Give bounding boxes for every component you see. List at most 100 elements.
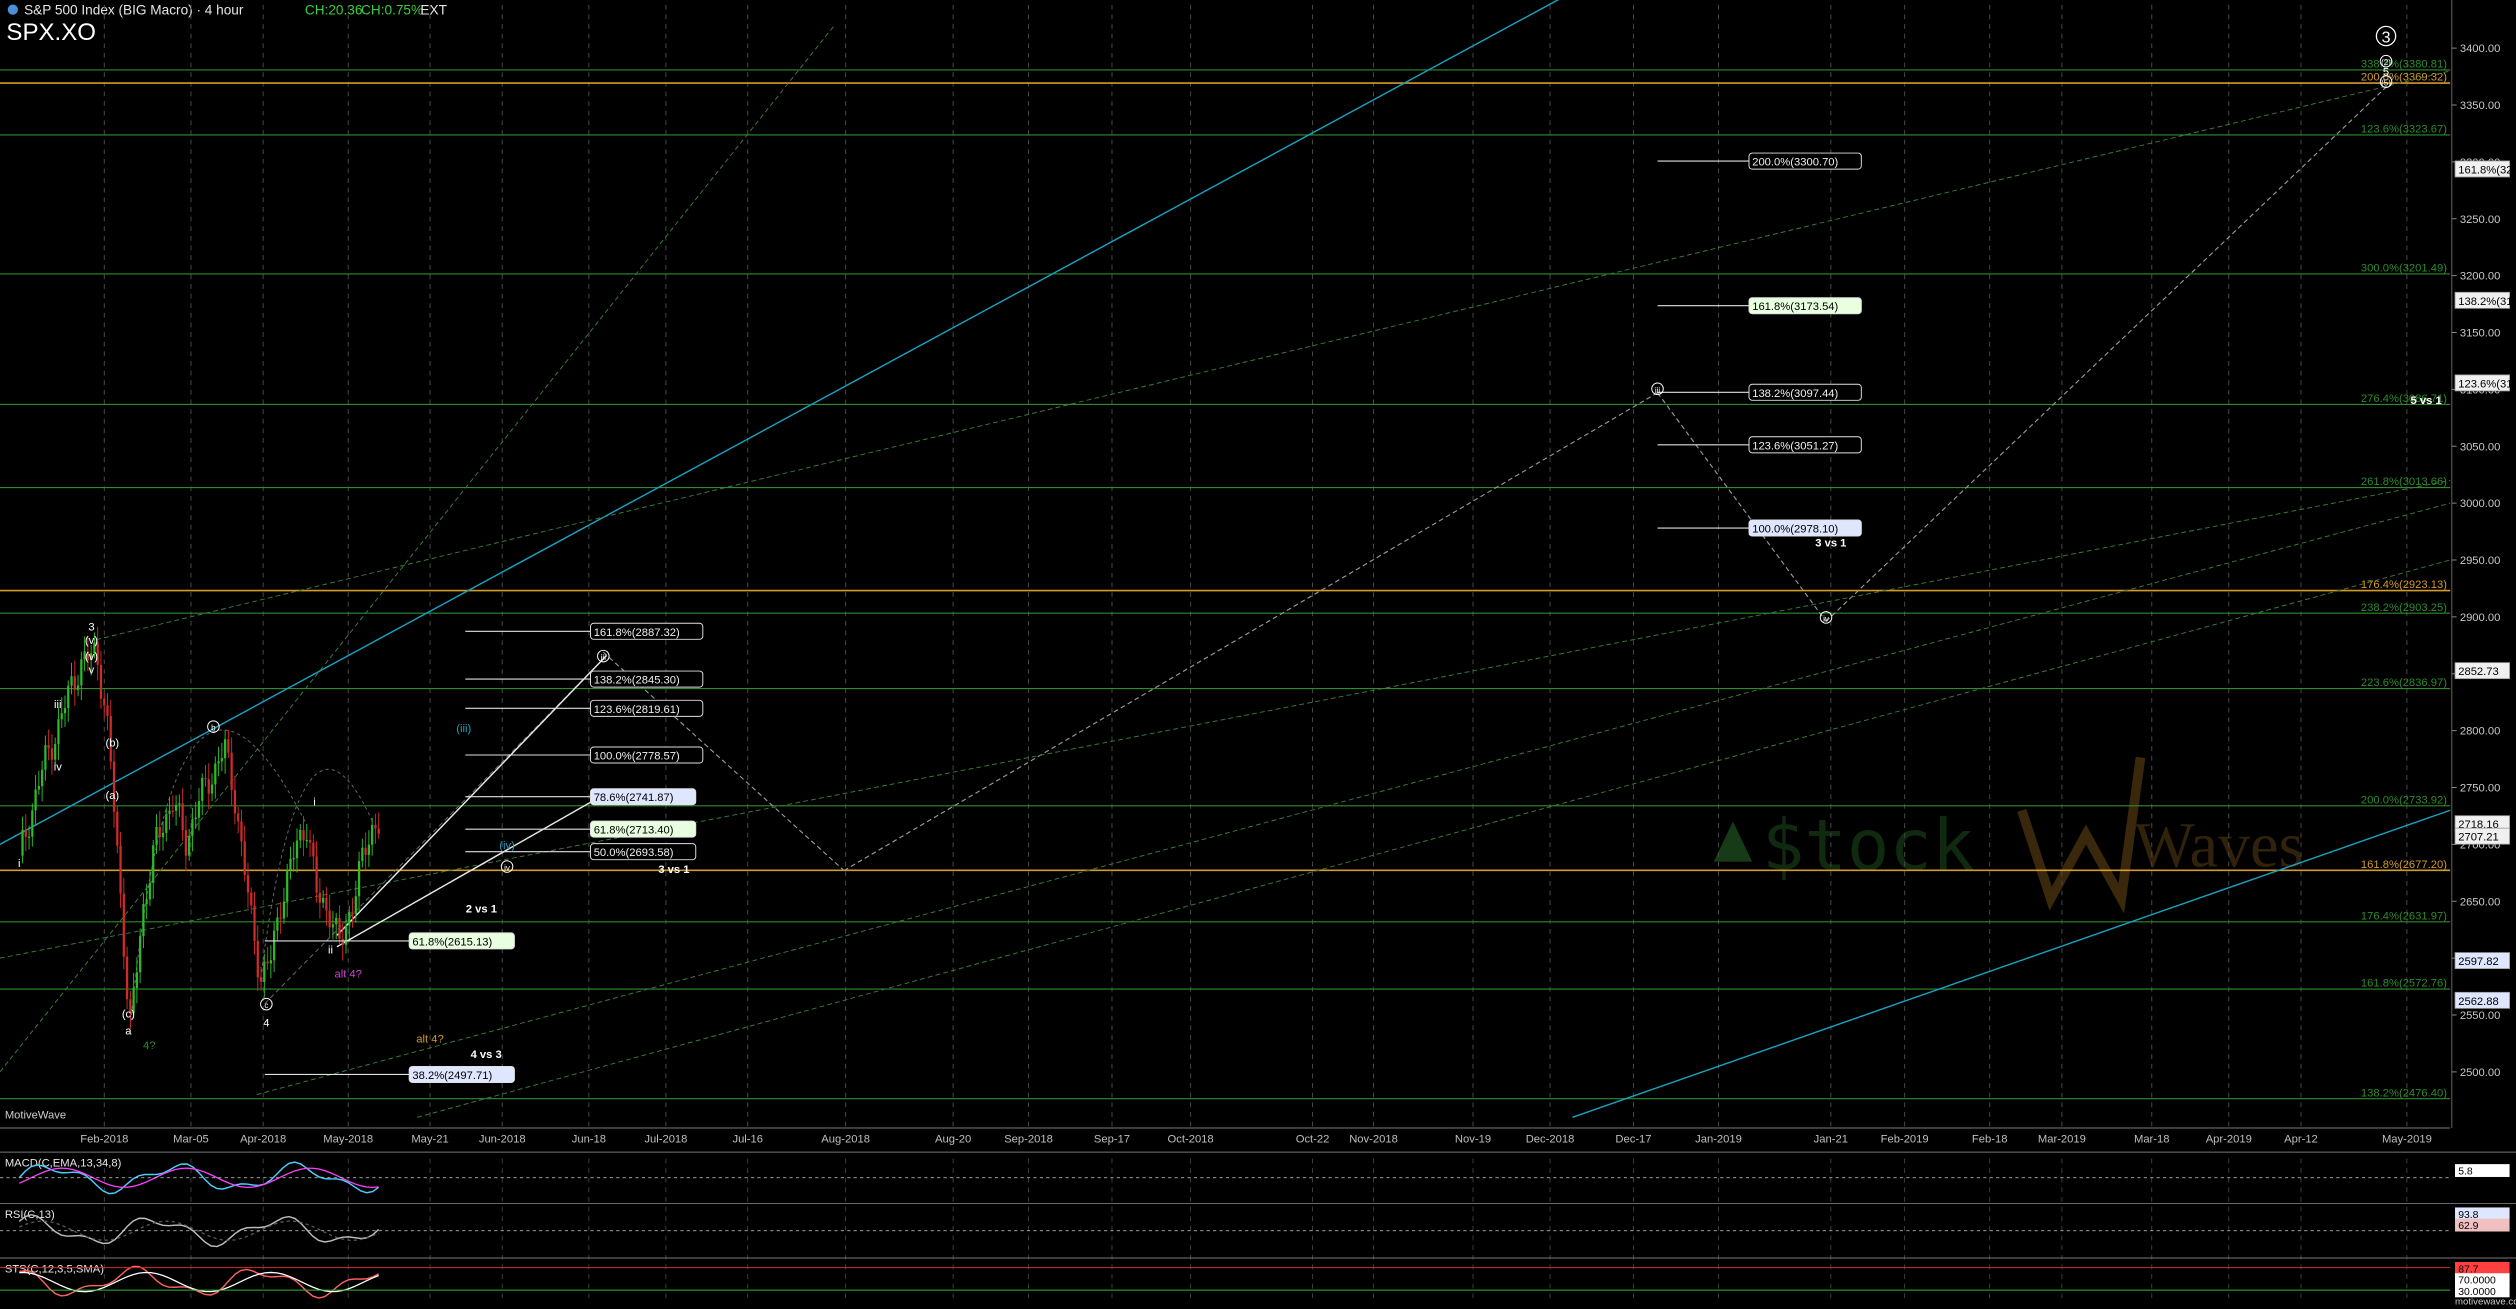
candle-body [341, 938, 344, 945]
candle-body [240, 821, 243, 842]
fib-box-label: 161.8%(3173.54) [1752, 301, 1838, 313]
candle-body [374, 824, 377, 829]
symbol-status-icon [7, 4, 18, 15]
wave-label: ii [328, 945, 333, 957]
candle-body [289, 858, 292, 870]
candle-body [112, 761, 116, 812]
candle-body [348, 912, 351, 926]
price-tick-label: 3350.00 [2460, 100, 2501, 112]
fib-box-label: 200.0%(3300.70) [1752, 157, 1838, 169]
wave-label: (c) [122, 1008, 135, 1020]
watermark-triangle-icon [1713, 821, 1753, 862]
candle-body [292, 858, 295, 860]
fib-box-label: 161.8%(2887.32) [594, 627, 680, 639]
time-tick-label: Mar-18 [2134, 1133, 2170, 1145]
chart-header: S&P 500 Index (BIG Macro) · 4 hour CH:20… [6, 2, 447, 46]
channel-dotted-line [0, 25, 835, 1073]
candle-body [67, 685, 70, 709]
candle-body [308, 839, 312, 843]
fib-box-label: 78.6%(2741.87) [594, 792, 674, 804]
chart-canvas[interactable]: S&P 500 Index (BIG Macro) · 4 hour CH:20… [0, 0, 2516, 1309]
candle-body [377, 828, 380, 834]
fib-level-label: 238.2%(2903.25) [2361, 602, 2447, 614]
wave-label: (iii) [456, 723, 471, 735]
candle-body [165, 813, 168, 833]
candle-body [174, 804, 178, 811]
wave-label: (iv) [499, 840, 515, 852]
axis-value-badge-text: 161.8%(3293.77) [2458, 164, 2516, 176]
candle-body [73, 676, 76, 690]
axis-value-badge-text: 2707.21 [2458, 832, 2499, 844]
fib-box-label: 50.0%(2693.58) [594, 847, 674, 859]
price-tick-label: 3150.00 [2460, 328, 2501, 340]
candle-body [204, 777, 207, 780]
candle-body [371, 824, 374, 845]
candle-body [63, 708, 67, 714]
price-tick-label: 2950.00 [2460, 555, 2501, 567]
wave-label: a [125, 1025, 132, 1037]
wave-label: (b) [105, 738, 119, 750]
candle-body [148, 882, 152, 900]
fib-box-label: 100.0%(2978.10) [1752, 524, 1838, 536]
fib-level-label: 138.2%(2476.40) [2361, 1087, 2447, 1099]
candle-body [259, 977, 263, 982]
wave-label: i [18, 858, 21, 870]
fib-box-label: 138.2%(2845.30) [594, 675, 680, 687]
wave-label: alt 4? [334, 968, 361, 980]
time-tick-label: Feb-18 [1972, 1133, 2008, 1145]
candle-body [139, 936, 142, 973]
candle-body [188, 835, 191, 856]
candle-body [335, 917, 338, 925]
candle-body [286, 869, 289, 902]
candle-body [272, 930, 276, 961]
candle-body [161, 832, 165, 838]
channel-dotted-line [256, 502, 2451, 1096]
candle-body [181, 803, 184, 831]
stockwaves-watermark: $tock Waves [1713, 756, 2304, 914]
candle-body [178, 803, 181, 805]
candle-body [364, 847, 367, 855]
wave-label: iv [504, 864, 510, 873]
time-tick-label: Oct-22 [1296, 1133, 1330, 1145]
candle-body [312, 842, 315, 857]
candle-body [233, 790, 237, 814]
candle-body [158, 826, 161, 838]
time-tick-label: May-2019 [2382, 1133, 2432, 1145]
price-tick-label: 2500.00 [2460, 1067, 2501, 1079]
fib-level-label: 176.4%(2631.97) [2361, 910, 2447, 922]
candle-body [315, 856, 318, 893]
candle-body [103, 698, 106, 706]
indicator-value-badge-text: 5.8 [2458, 1167, 2473, 1178]
chart-title: S&P 500 Index (BIG Macro) · 4 hour [24, 2, 244, 17]
candle-body [227, 739, 230, 753]
ext-label: EXT [420, 2, 447, 17]
candle-body [331, 924, 335, 928]
fib-box-label: 38.2%(2497.71) [412, 1070, 492, 1082]
candle-body [70, 676, 73, 686]
candle-body [338, 917, 341, 939]
candle-body [21, 829, 24, 856]
fib-box-label: 61.8%(2713.40) [594, 825, 674, 837]
candle-body [250, 892, 253, 906]
candle-body [276, 917, 279, 931]
fib-box-label: 138.2%(3097.44) [1752, 388, 1838, 400]
chart-window: S&P 500 Index (BIG Macro) · 4 hour CH:20… [0, 0, 2516, 1309]
wave-label: (5) [2381, 79, 2391, 88]
candle-body [27, 836, 31, 838]
candle-body [328, 910, 331, 928]
candle-body [34, 789, 37, 811]
candle-body [171, 810, 174, 812]
price-tick-label: 2550.00 [2460, 1010, 2501, 1022]
candle-body [256, 941, 259, 978]
candle-body [282, 901, 286, 919]
wave-label: 3 [88, 622, 94, 634]
candle-body [354, 896, 357, 915]
fib-level-label: 300.0%(3201.49) [2361, 263, 2447, 275]
fib-level-label: 123.6%(3323.67) [2361, 124, 2447, 136]
candle-body [318, 892, 321, 903]
candle-body [155, 826, 158, 846]
price-tick-label: 3400.00 [2460, 43, 2501, 55]
candle-body [253, 905, 256, 942]
candle-body [152, 845, 155, 883]
change-percent: CH:0.75% [361, 2, 423, 17]
